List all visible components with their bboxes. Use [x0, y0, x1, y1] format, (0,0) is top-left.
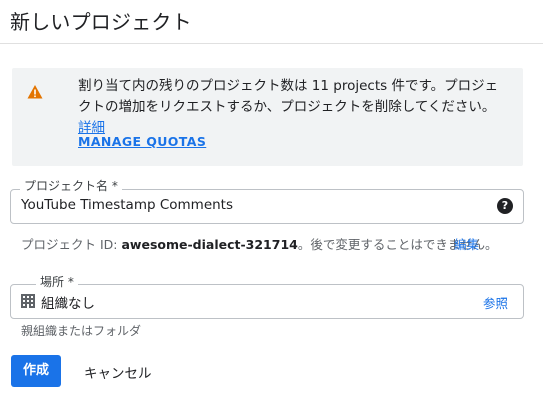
page-title: 新しいプロジェクト [10, 10, 192, 34]
new-project-page: 新しいプロジェクト 割り当て内の残りのプロジェクト数は 11 projects … [0, 0, 543, 401]
building-icon [21, 294, 35, 308]
location-label: 場所 * [36, 275, 78, 289]
cancel-button[interactable]: キャンセル [84, 362, 152, 382]
location-value: 組織なし [41, 296, 95, 312]
project-id-prefix: プロジェクト ID: [21, 237, 122, 252]
help-icon[interactable]: ? [497, 198, 513, 214]
project-name-field[interactable]: ? [10, 189, 524, 224]
header-divider [0, 43, 543, 44]
project-id-value: awesome-dialect-321714 [121, 237, 298, 252]
project-name-input[interactable] [21, 197, 481, 213]
project-name-label: プロジェクト名 * [20, 179, 122, 193]
quota-notice-text: 割り当て内の残りのプロジェクト数は 11 projects 件です。プロジェクト… [78, 76, 508, 139]
quota-notice-message: 割り当て内の残りのプロジェクト数は 11 projects 件です。プロジェクト… [78, 78, 499, 115]
manage-quotas-link[interactable]: MANAGE QUOTAS [78, 134, 206, 149]
location-field[interactable]: 組織なし 参照 [10, 284, 524, 319]
browse-location-button[interactable]: 参照 [483, 293, 508, 312]
project-id-text: プロジェクト ID: awesome-dialect-321714。後で変更する… [21, 234, 498, 253]
location-hint: 親組織またはフォルダ [21, 324, 142, 338]
warning-icon [27, 85, 43, 99]
edit-project-id-link[interactable]: 編集 [454, 234, 479, 253]
create-button[interactable]: 作成 [11, 355, 61, 387]
